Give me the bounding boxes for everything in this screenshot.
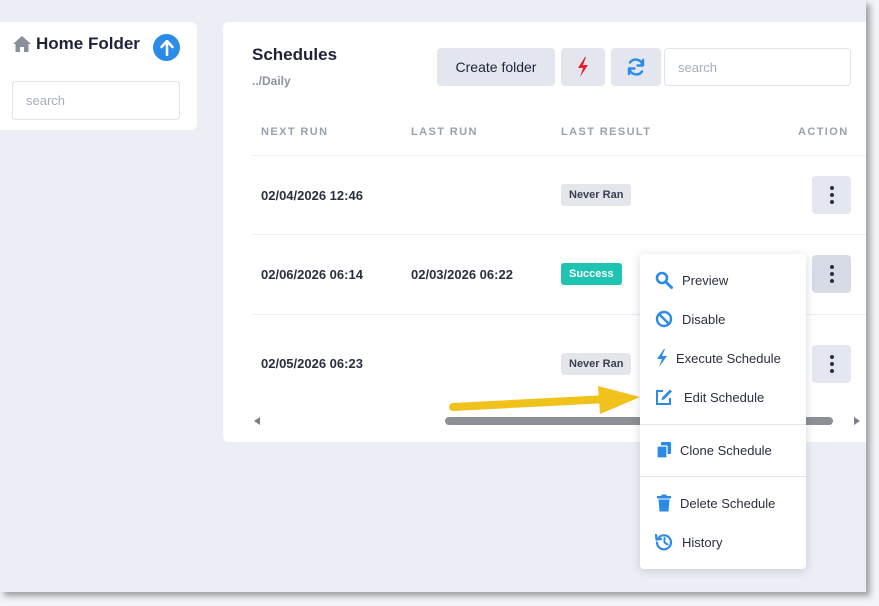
- refresh-icon: [627, 58, 645, 76]
- folder-title: Home Folder: [36, 34, 140, 53]
- annotation-arrow-icon: [449, 386, 640, 414]
- copy-icon: [656, 442, 671, 459]
- create-folder-button[interactable]: Create folder: [437, 48, 555, 86]
- menu-divider: [640, 476, 806, 477]
- edit-icon: [656, 389, 672, 405]
- scroll-right-icon[interactable]: [854, 417, 860, 425]
- menu-item-edit-schedule[interactable]: Edit Schedule: [640, 382, 806, 412]
- menu-item-clone-schedule[interactable]: Clone Schedule: [640, 435, 806, 465]
- row-actions-button[interactable]: [812, 176, 851, 214]
- row-divider: [252, 234, 866, 235]
- home-icon: [13, 36, 31, 52]
- page-title: Schedules: [252, 45, 338, 64]
- trash-icon: [657, 494, 671, 512]
- execute-button[interactable]: [561, 48, 605, 86]
- dot: [829, 200, 834, 204]
- menu-item-history[interactable]: History: [640, 527, 806, 557]
- column-header-last-run[interactable]: LAST RUN: [411, 126, 478, 138]
- folder-header: Home Folder: [12, 34, 140, 54]
- folder-search-input[interactable]: [12, 81, 180, 120]
- last-run-cell: 02/03/2026 06:22: [411, 267, 513, 282]
- dot: [829, 355, 834, 359]
- bolt-icon: [578, 57, 588, 77]
- column-header-last-result[interactable]: LAST RESULT: [561, 126, 651, 138]
- menu-item-label: History: [682, 535, 723, 550]
- menu-item-label: Disable: [682, 312, 726, 327]
- arrow-up-icon: [159, 39, 174, 56]
- row-actions-button[interactable]: [812, 345, 851, 383]
- menu-item-disable[interactable]: Disable: [640, 304, 806, 334]
- row-actions-button[interactable]: [812, 255, 851, 293]
- status-badge: Success: [561, 263, 622, 285]
- refresh-button[interactable]: [611, 48, 661, 86]
- menu-item-label: Edit Schedule: [684, 390, 765, 405]
- next-run-cell: 02/06/2026 06:14: [261, 267, 363, 282]
- menu-item-preview[interactable]: Preview: [640, 265, 806, 295]
- app-window: Home Folder Schedules ../Daily Create fo…: [0, 0, 866, 592]
- next-run-cell: 02/05/2026 06:23: [261, 356, 363, 371]
- menu-item-label: Preview: [682, 273, 729, 288]
- dot: [829, 369, 834, 373]
- folder-up-button[interactable]: [153, 34, 180, 61]
- status-badge: Never Ran: [561, 353, 632, 375]
- dot: [829, 362, 834, 366]
- folder-panel: Home Folder: [0, 22, 197, 130]
- menu-divider: [640, 424, 806, 425]
- menu-item-label: Execute Schedule: [676, 351, 781, 366]
- scroll-left-icon[interactable]: [254, 417, 260, 425]
- column-header-action: ACTION: [798, 126, 849, 138]
- status-badge: Never Ran: [561, 184, 632, 206]
- dot: [829, 279, 834, 283]
- dot: [829, 272, 834, 276]
- menu-item-execute-schedule[interactable]: Execute Schedule: [640, 343, 806, 373]
- menu-item-label: Clone Schedule: [680, 443, 772, 458]
- schedule-search-input[interactable]: [664, 48, 851, 86]
- header-divider: [252, 155, 866, 156]
- bolt-icon: [657, 349, 667, 367]
- dot: [829, 186, 834, 190]
- column-header-next-run[interactable]: NEXT RUN: [261, 126, 328, 138]
- menu-item-label: Delete Schedule: [680, 496, 776, 511]
- dot: [829, 193, 834, 197]
- ban-icon: [655, 310, 673, 328]
- dot: [829, 265, 834, 269]
- row-context-menu: Preview Disable Execute Schedule Edit Sc…: [640, 254, 806, 569]
- breadcrumb[interactable]: ../Daily: [252, 74, 291, 88]
- next-run-cell: 02/04/2026 12:46: [261, 188, 363, 203]
- history-icon: [655, 533, 673, 551]
- search-icon: [655, 271, 673, 289]
- menu-item-delete-schedule[interactable]: Delete Schedule: [640, 488, 806, 518]
